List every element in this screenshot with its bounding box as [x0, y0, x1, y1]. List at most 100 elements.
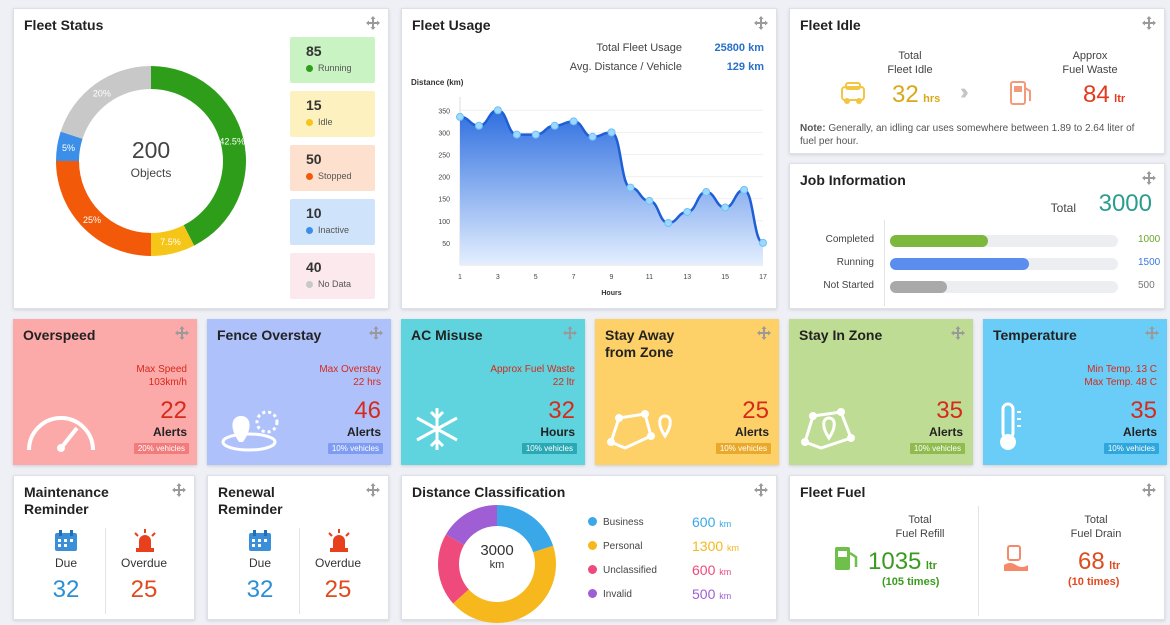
- maintenance-reminder-card: Maintenance Reminder Due 32 Overdue 25: [13, 475, 195, 620]
- move-icon[interactable]: [754, 16, 768, 30]
- geofence-icon: [217, 406, 293, 457]
- y-tick-label: 50: [442, 241, 450, 248]
- fuel-refill-unit: ltr: [925, 560, 937, 572]
- move-icon[interactable]: [369, 326, 383, 340]
- status-box-no-data[interactable]: 40 No Data: [290, 253, 375, 299]
- legend-value-number: 500: [692, 586, 716, 602]
- move-icon[interactable]: [1142, 171, 1156, 185]
- usage-point[interactable]: [702, 188, 711, 197]
- move-icon[interactable]: [1142, 16, 1156, 30]
- move-icon[interactable]: [366, 483, 380, 497]
- overspeed-tile[interactable]: Overspeed Max Speed 103km/h 22 Alerts 20%…: [13, 319, 197, 465]
- fuel-waste-number: 84: [1083, 81, 1110, 108]
- status-label-text: Inactive: [318, 225, 350, 235]
- status-dot: [306, 64, 313, 72]
- x-axis-label: Hours: [601, 290, 621, 295]
- usage-point[interactable]: [645, 196, 654, 205]
- status-box-running[interactable]: 85 Running: [290, 37, 375, 83]
- distance-legend-item: Personal 1300 km: [588, 538, 748, 555]
- usage-point[interactable]: [740, 185, 749, 194]
- ac-misuse-tile[interactable]: AC Misuse Approx Fuel Waste 22 ltr 32 Hou…: [401, 319, 585, 465]
- move-icon[interactable]: [366, 16, 380, 30]
- renewal-due-label: Due: [248, 556, 271, 570]
- renewal-title-line2: Reminder: [218, 501, 283, 517]
- usage-point[interactable]: [607, 128, 616, 137]
- renewal-reminder-title: Renewal Reminder: [218, 484, 283, 518]
- tile-value: 32: [548, 397, 575, 424]
- usage-point[interactable]: [474, 121, 483, 130]
- usage-point[interactable]: [664, 219, 673, 227]
- move-icon[interactable]: [563, 326, 577, 340]
- fence-overstay-tile[interactable]: Fence Overstay Max Overstay 22 hrs 46 Ale…: [207, 319, 391, 465]
- maintenance-overdue-label: Overdue: [120, 556, 168, 570]
- job-total-value: 3000: [1098, 190, 1152, 217]
- fleet-status-slice[interactable]: [60, 66, 152, 139]
- stay-away-from-zone-tile[interactable]: Stay Away from Zone 25 Alerts 10% vehicl…: [595, 319, 779, 465]
- usage-point[interactable]: [721, 203, 730, 212]
- legend-value-unit: km: [727, 543, 740, 553]
- renewal-overdue-value: 25: [324, 576, 352, 603]
- fuel-refill-label-line2: Fuel Refill: [895, 528, 945, 540]
- fuel-waste-unit: ltr: [1114, 93, 1126, 105]
- usage-point[interactable]: [531, 130, 540, 139]
- move-icon[interactable]: [175, 326, 189, 340]
- tile-title: Fence Overstay: [217, 327, 322, 343]
- usage-point[interactable]: [550, 121, 559, 130]
- status-dot: [306, 172, 313, 180]
- status-box-stopped[interactable]: 50 Stopped: [290, 145, 375, 191]
- fleet-idle-unit: hrs: [923, 93, 941, 105]
- maintenance-due-label: Due: [54, 556, 77, 570]
- fuel-waste-value: 84 ltr: [1083, 81, 1125, 109]
- usage-point[interactable]: [626, 183, 635, 192]
- status-label-text: No Data: [318, 279, 352, 289]
- fleet-idle-title: Fleet Idle: [800, 17, 861, 33]
- move-icon[interactable]: [754, 483, 768, 497]
- usage-point[interactable]: [569, 117, 578, 126]
- status-label: No Data: [306, 279, 375, 289]
- tile-vehicle-percent: 10% vehicles: [715, 443, 771, 454]
- tile-vehicle-percent: 10% vehicles: [909, 443, 965, 454]
- legend-value-number: 1300: [692, 538, 724, 554]
- distance-center: 3000 km: [467, 542, 527, 571]
- x-tick-label: 15: [721, 274, 729, 281]
- usage-point[interactable]: [683, 207, 692, 216]
- job-row: Running 1500: [800, 257, 1160, 271]
- legend-value-unit: km: [719, 567, 732, 577]
- legend-dot: [588, 541, 597, 550]
- fleet-idle-label: Total Fleet Idle: [850, 49, 970, 77]
- fleet-status-total: 200 Objects: [101, 137, 201, 180]
- x-tick-label: 3: [496, 274, 500, 281]
- x-tick-label: 1: [458, 274, 462, 281]
- status-dot: [306, 280, 313, 288]
- status-label: Idle: [306, 117, 375, 127]
- move-icon[interactable]: [1145, 326, 1159, 340]
- job-row-label: Not Started: [823, 280, 874, 291]
- legend-value-number: 600: [692, 514, 716, 530]
- tile-title: Overspeed: [23, 327, 96, 343]
- usage-point[interactable]: [759, 238, 767, 247]
- usage-point[interactable]: [493, 106, 502, 115]
- move-icon[interactable]: [1142, 483, 1156, 497]
- siren-icon: [134, 529, 156, 552]
- job-row-label: Running: [836, 257, 874, 268]
- tile-unit: Alerts: [346, 425, 381, 439]
- tile-meta: Max Speed 103km/h: [136, 363, 187, 389]
- temperature-tile[interactable]: Temperature Min Temp. 13 C Max Temp. 48 C…: [983, 319, 1167, 465]
- fleet-usage-card: Fleet Usage Total Fleet Usage 25800 km A…: [401, 8, 777, 309]
- status-box-idle[interactable]: 15 Idle: [290, 91, 375, 137]
- siren-icon: [328, 529, 350, 552]
- stay-in-zone-tile[interactable]: Stay In Zone 35 Alerts 10% vehicles: [789, 319, 973, 465]
- move-icon[interactable]: [757, 326, 771, 340]
- job-row-value: 1500: [1138, 257, 1161, 268]
- move-icon[interactable]: [172, 483, 186, 497]
- move-icon[interactable]: [951, 326, 965, 340]
- renewal-due-value: 32: [246, 576, 274, 603]
- legend-label: Unclassified: [603, 565, 657, 576]
- usage-point[interactable]: [456, 112, 464, 121]
- tile-meta-line1: Approx Fuel Waste: [490, 364, 575, 375]
- usage-point[interactable]: [588, 132, 597, 141]
- usage-point[interactable]: [512, 130, 521, 139]
- tile-vehicle-percent: 10% vehicles: [327, 443, 383, 454]
- status-box-inactive[interactable]: 10 Inactive: [290, 199, 375, 245]
- fuel-drain-value: 68 ltr: [1078, 548, 1120, 576]
